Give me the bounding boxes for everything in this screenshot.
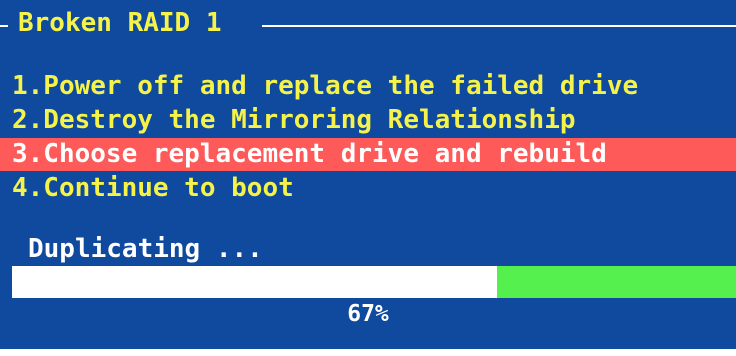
- progress-bar-fill: [497, 266, 736, 298]
- menu-item-power-off[interactable]: 1.Power off and replace the failed drive: [0, 70, 638, 103]
- dialog-title: Broken RAID 1: [18, 8, 222, 38]
- menu-item-choose-replacement[interactable]: 3.Choose replacement drive and rebuild: [0, 138, 736, 171]
- progress-percent: 67%: [347, 301, 389, 327]
- status-text: Duplicating ...: [28, 234, 263, 264]
- progress-bar: [12, 266, 736, 298]
- frame-border-right: [262, 25, 736, 27]
- menu-item-destroy-mirror[interactable]: 2.Destroy the Mirroring Relationship: [0, 104, 576, 137]
- bios-screen: Broken RAID 1 1.Power off and replace th…: [0, 0, 736, 349]
- frame-border-left: [0, 25, 8, 27]
- menu-item-continue-boot[interactable]: 4.Continue to boot: [0, 172, 294, 205]
